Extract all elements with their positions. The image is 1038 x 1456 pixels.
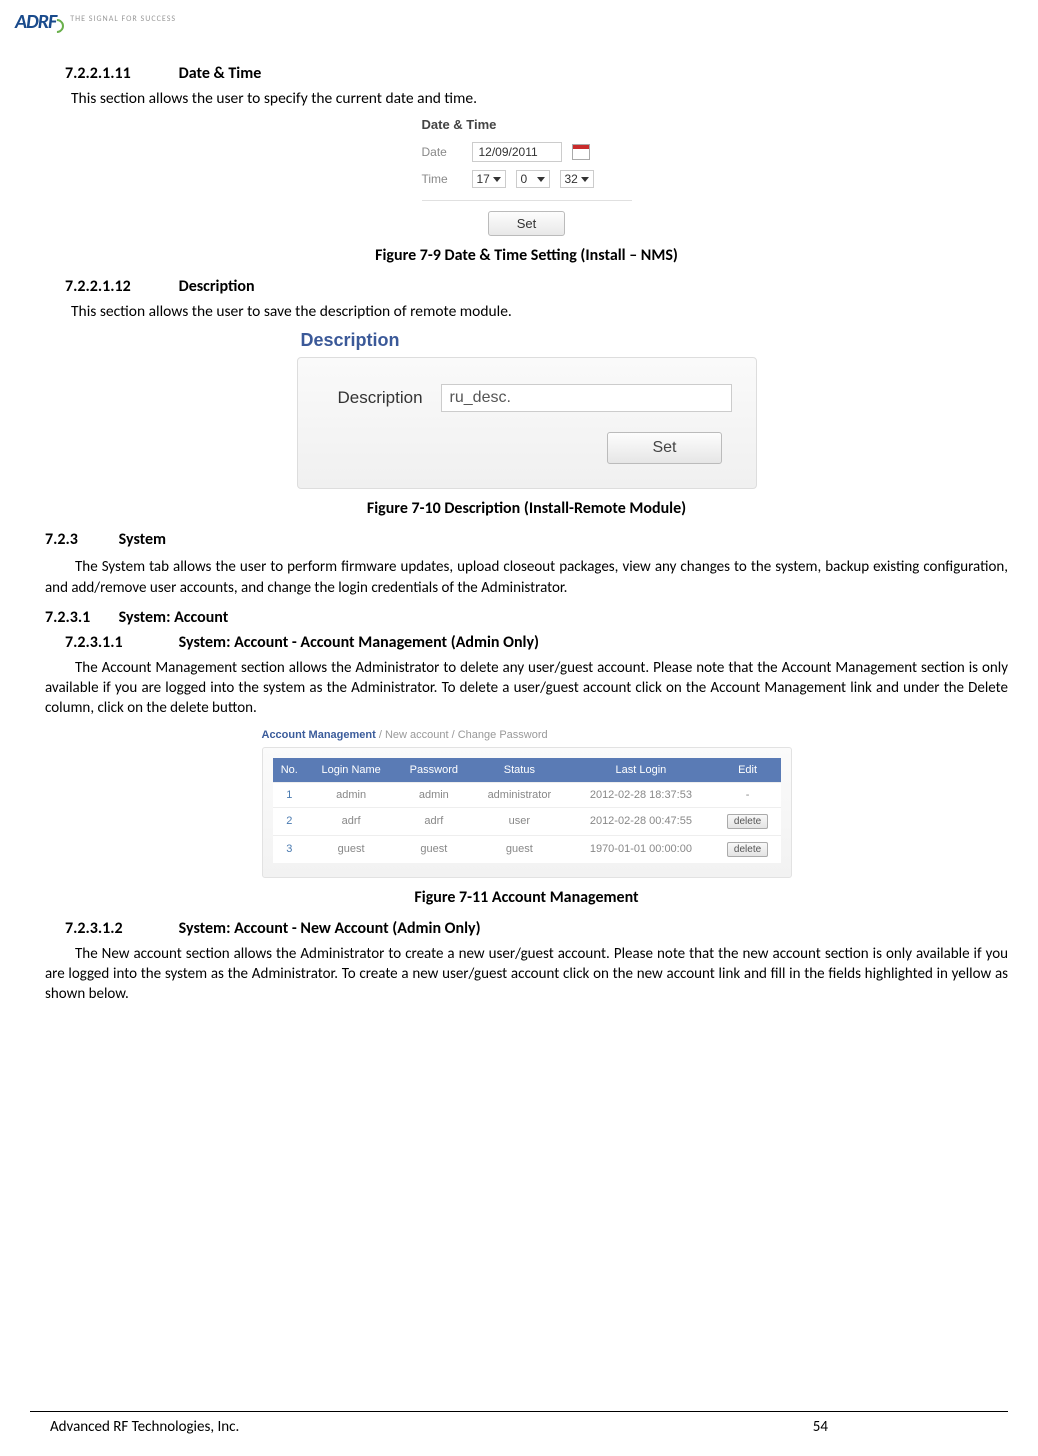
- minute-select[interactable]: 0: [516, 170, 550, 188]
- heading-number: 7.2.3.1.1: [65, 633, 175, 652]
- page-footer: Advanced RF Technologies, Inc. 54: [30, 1411, 1008, 1436]
- account-table: No. Login Name Password Status Last Logi…: [273, 758, 781, 863]
- heading-new-account: 7.2.3.1.2 System: Account - New Account …: [65, 919, 1008, 938]
- description-input[interactable]: ru_desc.: [441, 384, 732, 412]
- heading-title: Date & Time: [179, 64, 262, 83]
- chevron-down-icon: [493, 177, 501, 182]
- breadcrumb-new-account[interactable]: New account: [385, 729, 449, 741]
- date-time-widget: Date & Time Date 12/09/2011 Time 17 0 32…: [422, 117, 632, 236]
- date-time-set-button[interactable]: Set: [488, 211, 566, 236]
- table-row: 2 adrf adrf user 2012-02-28 00:47:55 del…: [273, 807, 781, 835]
- edit-cell: -: [715, 782, 781, 807]
- divider: [422, 200, 632, 201]
- dt-date-row: Date 12/09/2011: [422, 142, 632, 162]
- second-select[interactable]: 32: [560, 170, 594, 188]
- account-breadcrumb: Account Management / New account / Chang…: [262, 729, 792, 741]
- dt-time-label: Time: [422, 172, 462, 186]
- heading-number: 7.2.3: [45, 530, 115, 549]
- description-set-button[interactable]: Set: [607, 432, 721, 464]
- col-no: No.: [273, 758, 307, 783]
- footer-company: Advanced RF Technologies, Inc.: [30, 1418, 813, 1436]
- col-login: Login Name: [306, 758, 396, 783]
- para-date-time: This section allows the user to specify …: [71, 89, 1008, 109]
- logo-tagline: THE SIGNAL FOR SUCCESS: [70, 14, 176, 24]
- para-new-account: The New account section allows the Admin…: [45, 944, 1008, 1005]
- col-last-login: Last Login: [567, 758, 714, 783]
- date-input[interactable]: 12/09/2011: [472, 142, 562, 162]
- dt-heading: Date & Time: [422, 117, 632, 132]
- breadcrumb-active[interactable]: Account Management: [262, 729, 376, 741]
- table-row: 1 admin admin administrator 2012-02-28 1…: [273, 782, 781, 807]
- figure-caption-7-9: Figure 7-9 Date & Time Setting (Install …: [45, 246, 1008, 265]
- heading-description: 7.2.2.1.12 Description: [65, 277, 1008, 296]
- heading-date-time: 7.2.2.1.11 Date & Time: [65, 64, 1008, 83]
- document-header: ADRF THE SIGNAL FOR SUCCESS: [15, 10, 1023, 34]
- heading-title: System: Account - New Account (Admin Onl…: [179, 919, 481, 938]
- heading-number: 7.2.2.1.12: [65, 277, 175, 296]
- table-row: 3 guest guest guest 1970-01-01 00:00:00 …: [273, 835, 781, 863]
- heading-system-account: 7.2.3.1 System: Account: [45, 608, 1008, 627]
- heading-title: Description: [179, 277, 255, 296]
- desc-panel: Description ru_desc. Set: [297, 357, 757, 489]
- heading-title: System: Account: [119, 608, 229, 627]
- col-password: Password: [396, 758, 471, 783]
- desc-label: Description: [338, 388, 423, 408]
- footer-page-number: 54: [813, 1418, 1008, 1436]
- desc-heading: Description: [301, 330, 757, 351]
- delete-button[interactable]: delete: [727, 842, 768, 857]
- description-widget: Description Description ru_desc. Set: [297, 330, 757, 489]
- chevron-down-icon: [537, 177, 545, 182]
- calendar-icon[interactable]: [572, 144, 590, 160]
- dt-time-row: Time 17 0 32: [422, 170, 632, 188]
- figure-caption-7-10: Figure 7-10 Description (Install-Remote …: [45, 499, 1008, 518]
- chevron-down-icon: [581, 177, 589, 182]
- para-system: The System tab allows the user to perfor…: [45, 557, 1008, 598]
- col-edit: Edit: [715, 758, 781, 783]
- col-status: Status: [471, 758, 567, 783]
- breadcrumb-change-password[interactable]: Change Password: [458, 729, 548, 741]
- account-management-widget: Account Management / New account / Chang…: [262, 729, 792, 878]
- brand-logo: ADRF: [15, 10, 64, 34]
- heading-title: System: [119, 530, 166, 549]
- hour-select[interactable]: 17: [472, 170, 506, 188]
- heading-number: 7.2.2.1.11: [65, 64, 175, 83]
- heading-number: 7.2.3.1: [45, 608, 115, 627]
- heading-account-management: 7.2.3.1.1 System: Account - Account Mana…: [65, 633, 1008, 652]
- heading-system: 7.2.3 System: [45, 530, 1008, 549]
- heading-title: System: Account - Account Management (Ad…: [179, 633, 539, 652]
- para-account-management: The Account Management section allows th…: [45, 658, 1008, 719]
- heading-number: 7.2.3.1.2: [65, 919, 175, 938]
- delete-button[interactable]: delete: [727, 814, 768, 829]
- table-header-row: No. Login Name Password Status Last Logi…: [273, 758, 781, 783]
- account-panel: No. Login Name Password Status Last Logi…: [262, 747, 792, 878]
- dt-date-label: Date: [422, 145, 462, 159]
- para-description: This section allows the user to save the…: [71, 302, 1008, 322]
- figure-caption-7-11: Figure 7-11 Account Management: [45, 888, 1008, 907]
